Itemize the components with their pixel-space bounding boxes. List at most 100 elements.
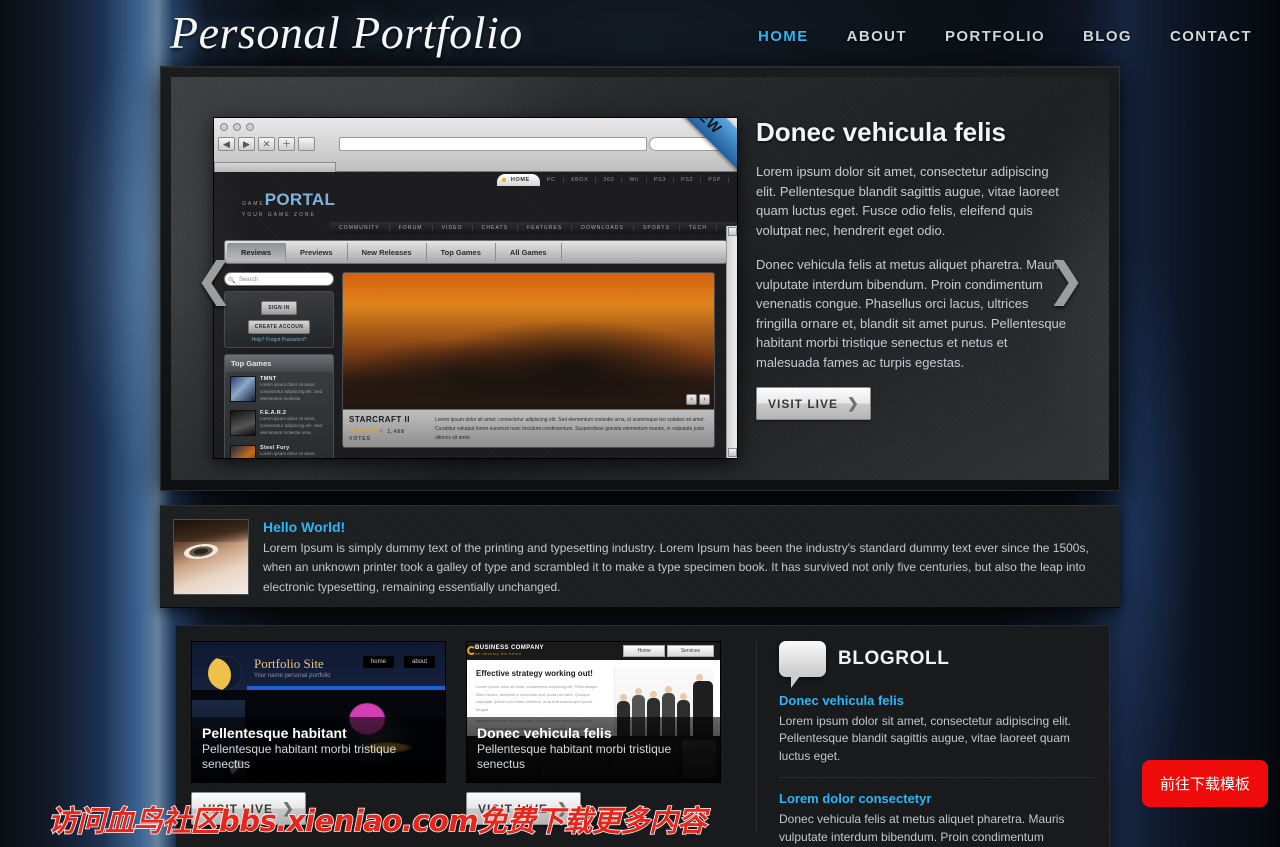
featured-description: Lorem ipsum dolor sit amet, consectetur …: [435, 417, 705, 441]
thumb-site-header: BUSINESS COMPANY we develop the future H…: [467, 642, 720, 660]
portfolio-thumbnail[interactable]: Portfolio Site Your name personal portfo…: [191, 641, 446, 783]
stop-icon[interactable]: ✕: [258, 137, 275, 151]
slide-paragraph-2: Donec vehicula felis at metus aliquet ph…: [756, 257, 1067, 370]
thumb-nav-home: Home: [623, 645, 665, 657]
chevron-left-icon: ❮: [195, 251, 234, 306]
gameportal-page: HOME PC XBOX 360 Wii PS3 PS2 PSP GAMEPOR…: [214, 172, 737, 458]
thumb-nav-services: Services: [666, 645, 714, 657]
platform-xbox[interactable]: XBOX: [564, 177, 597, 183]
blogroll-item-body: Donec vehicula felis at metus aliquet ph…: [779, 812, 1065, 847]
tab-previews[interactable]: Previews: [286, 243, 348, 261]
speech-bubble-icon: [779, 641, 826, 688]
portfolio-desc: Pellentesque habitant morbi tristique se…: [477, 741, 672, 772]
nav-item-home[interactable]: HOME: [758, 28, 809, 45]
game-desc: Lorem ipsum dolor sit amet, consectetur …: [260, 450, 322, 459]
main-navigation: HOME ABOUT PORTFOLIO BLOG CONTACT: [758, 28, 1252, 45]
portfolio-title: Donec vehicula felis: [477, 724, 612, 741]
blogroll-item-title[interactable]: Lorem dolor consectetyr: [779, 791, 1094, 806]
slide-screenshot-gameportal[interactable]: ◀ ▶ ✕ ＋ HOME PC XBOX 360 Wii PS3: [213, 117, 738, 459]
site-header: Personal Portfolio HOME ABOUT PORTFOLIO …: [0, 0, 1280, 73]
blogroll-item-title[interactable]: Donec vehicula felis: [779, 693, 1094, 708]
slider-next-button[interactable]: ❯: [1029, 77, 1109, 480]
thumb-nav-about: about: [403, 656, 435, 668]
platform-ps3[interactable]: PS3: [647, 177, 674, 183]
gameportal-scrollbar[interactable]: [726, 226, 737, 458]
slide-title: Donec vehicula felis: [756, 117, 1006, 147]
thumb-nav-home: home: [362, 656, 394, 668]
tab-all-games[interactable]: All Games: [496, 243, 562, 261]
gameportal-home-tab[interactable]: HOME: [496, 174, 540, 186]
moon-icon: [208, 656, 242, 690]
slide-visit-live-button[interactable]: VISIT LIVE ❯: [756, 387, 871, 420]
thumb-para-1: Lorem ipsum dolor sit amet, consectetur …: [476, 684, 598, 712]
browser-chrome: ◀ ▶ ✕ ＋: [214, 118, 737, 173]
portfolio-desc: Pellentesque habitant morbi tristique se…: [202, 741, 397, 772]
chevron-right-icon: ❯: [1046, 251, 1085, 306]
menu-sports[interactable]: SPORTS: [634, 225, 681, 231]
download-template-button[interactable]: 前往下载模板: [1141, 760, 1268, 807]
portfolio-title: Pellentesque habitant: [202, 724, 347, 741]
browser-address-bar[interactable]: [339, 137, 647, 151]
featured-next-button[interactable]: ›: [699, 394, 710, 405]
top-game-row[interactable]: F.E.A.R.2 Lorem ipsum dolor sit amet, co…: [225, 406, 333, 440]
chevron-right-icon: ❯: [847, 395, 859, 411]
platform-wii[interactable]: Wii: [622, 177, 647, 183]
platform-pc[interactable]: PC: [540, 177, 564, 183]
star-empty-icon: ★: [378, 428, 386, 435]
sign-in-button[interactable]: SIGN IN: [261, 301, 297, 315]
scroll-down-icon[interactable]: [728, 448, 737, 457]
blogroll-item[interactable]: Lorem dolor consectetyr Donec vehicula f…: [779, 777, 1094, 847]
nav-item-contact[interactable]: CONTACT: [1170, 28, 1252, 45]
hello-world-section: Hello World! Lorem Ipsum is simply dummy…: [160, 505, 1120, 608]
thumb-site-title: Portfolio Site: [254, 656, 324, 671]
visit-live-label: VISIT LIVE: [768, 396, 839, 411]
menu-downloads[interactable]: DOWNLOADS: [572, 225, 634, 231]
hello-world-photo: [173, 519, 249, 595]
blogroll-title: BLOGROLL: [838, 648, 950, 669]
nav-item-about[interactable]: ABOUT: [847, 28, 907, 45]
platform-psp[interactable]: PSP: [701, 177, 729, 183]
slide-content: Donec vehicula felis Lorem ipsum dolor s…: [756, 117, 1071, 420]
game-desc: Lorem ipsum dolor sit amet, consectetur …: [260, 382, 323, 401]
menu-cheats[interactable]: CHEATS: [473, 225, 519, 231]
menu-features[interactable]: FEATURES: [518, 225, 573, 231]
gameportal-tabs: Reviews Previews New Releases Top Games …: [224, 240, 727, 264]
blank-icon[interactable]: [298, 137, 315, 151]
menu-forum[interactable]: FORUM: [390, 225, 433, 231]
portfolio-caption: Pellentesque habitant Pellentesque habit…: [192, 716, 445, 782]
menu-community[interactable]: COMMUNITY: [330, 225, 390, 231]
thumb-site-title: BUSINESS COMPANY we develop the future: [475, 645, 544, 656]
tab-new-releases[interactable]: New Releases: [348, 243, 427, 261]
gameportal-logo-accent: PORTAL: [264, 190, 336, 209]
nav-item-blog[interactable]: BLOG: [1083, 28, 1132, 45]
top-game-row[interactable]: Steel Fury Lorem ipsum dolor sit amet, c…: [225, 441, 333, 459]
platform-ps2[interactable]: PS2: [674, 177, 702, 183]
slider-prev-button[interactable]: ❮: [171, 77, 251, 480]
platform-360[interactable]: 360: [596, 177, 623, 183]
thumb-site-nav: Home Services: [623, 645, 714, 657]
blogroll-item[interactable]: Donec vehicula felis Lorem ipsum dolor s…: [779, 693, 1094, 765]
gameportal-tagline: YOUR GAME ZONE: [242, 212, 316, 218]
site-logo: Personal Portfolio: [170, 7, 523, 58]
thumb-site-nav: home about: [362, 656, 435, 668]
portfolio-caption: Donec vehicula felis Pellentesque habita…: [467, 716, 720, 782]
nav-item-portfolio[interactable]: PORTFOLIO: [945, 28, 1045, 45]
portfolio-thumbnail[interactable]: BUSINESS COMPANY we develop the future H…: [466, 641, 721, 783]
menu-tech[interactable]: TECH: [680, 225, 718, 231]
gameportal-menu: COMMUNITY FORUM VIDEO CHEATS FEATURES DO…: [330, 222, 737, 234]
scroll-up-icon[interactable]: [728, 227, 737, 236]
hello-world-body: Lorem Ipsum is simply dummy text of the …: [263, 541, 1089, 594]
add-icon[interactable]: ＋: [278, 137, 295, 151]
tab-top-games[interactable]: Top Games: [427, 243, 496, 261]
thumb-company-tagline: we develop the future: [475, 651, 522, 656]
create-account-button[interactable]: CREATE ACCOUN: [247, 320, 311, 334]
slide-paragraph-1: Lorem ipsum dolor sit amet, consectetur …: [756, 164, 1059, 238]
game-thumbnail: [230, 444, 256, 458]
blogroll-section: BLOGROLL Donec vehicula felis Lorem ipsu…: [756, 641, 1094, 847]
gameportal-featured-panel: ‹ › STARCRAFT II ★★★★★ 1,468 VOTES Lorem …: [342, 272, 715, 448]
rating-stars: ★★★★★ 1,468 VOTES: [349, 427, 427, 442]
featured-game-title: STARCRAFT II: [349, 415, 410, 424]
featured-prev-button[interactable]: ‹: [686, 394, 697, 405]
menu-video[interactable]: VIDEO: [433, 225, 473, 231]
featured-caption: STARCRAFT II ★★★★★ 1,468 VOTES Lorem ipsu…: [343, 409, 714, 447]
